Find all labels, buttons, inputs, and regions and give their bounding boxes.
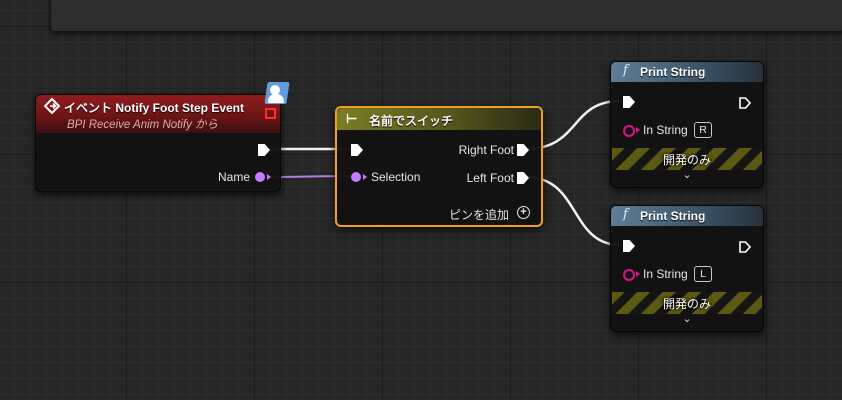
print-right-exec-in-pin[interactable] <box>623 96 635 108</box>
print-string-node-left-header[interactable]: f Print String <box>611 206 763 226</box>
print-right-dev-only-label: 開発のみ <box>662 153 711 167</box>
print-left-expand-chevron-icon[interactable]: ⌄ <box>611 312 763 325</box>
print-right-expand-chevron-icon[interactable]: ⌄ <box>611 168 763 181</box>
switch-right-foot-out-pin[interactable] <box>517 144 529 156</box>
name-pin-arrow-icon <box>267 174 271 180</box>
event-node-subtitle: BPI Receive Anim Notify から <box>67 119 219 131</box>
print-left-exec-in-pin[interactable] <box>623 240 635 252</box>
print-left-dev-only-label: 開発のみ <box>662 297 711 311</box>
event-node[interactable]: イベント Notify Foot Step Event BPI Receive … <box>35 94 281 192</box>
print-right-in-string-label: In String <box>643 123 688 137</box>
switch-right-foot-label: Right Foot <box>458 143 514 157</box>
function-icon: f <box>623 207 628 222</box>
switch-node-header[interactable]: ⊢ 名前でスイッチ <box>337 108 541 130</box>
top-panel <box>50 0 842 32</box>
print-right-exec-out-pin[interactable] <box>739 96 752 109</box>
interface-function-badge-icon <box>262 80 292 106</box>
print-left-in-string-label: In String <box>643 267 688 281</box>
print-string-right-title: Print String <box>640 65 706 79</box>
switch-on-name-node[interactable]: ⊢ 名前でスイッチ Selection Right Foot Left Foot… <box>335 106 543 227</box>
switch-left-foot-out-pin[interactable] <box>517 172 529 184</box>
switch-selection-in-pin[interactable] <box>351 172 361 182</box>
switch-selection-label: Selection <box>371 170 421 184</box>
event-node-header[interactable]: イベント Notify Foot Step Event BPI Receive … <box>36 95 280 133</box>
red-square-icon <box>265 108 276 119</box>
print-string-node-right-header[interactable]: f Print String <box>611 62 763 82</box>
string-pin-arrow-icon <box>636 271 640 277</box>
switch-exec-in-pin[interactable] <box>351 144 363 156</box>
function-icon: f <box>623 63 628 78</box>
selection-pin-arrow-icon <box>363 174 367 180</box>
switch-branch-icon: ⊢ <box>346 111 358 126</box>
print-string-left-title: Print String <box>640 209 706 223</box>
event-exec-out-pin[interactable] <box>258 144 270 156</box>
print-left-in-string-field[interactable]: L <box>694 266 712 282</box>
event-node-title: イベント Notify Foot Step Event <box>64 101 245 115</box>
print-right-dev-only-bar: 開発のみ <box>612 148 762 170</box>
event-name-out-pin[interactable] <box>255 172 265 182</box>
print-string-node-left[interactable]: f Print String In String L 開発のみ ⌄ <box>610 205 764 332</box>
print-left-dev-only-bar: 開発のみ <box>612 292 762 314</box>
switch-left-foot-label: Left Foot <box>466 171 514 185</box>
print-left-exec-out-pin[interactable] <box>739 240 752 253</box>
print-right-in-string-field[interactable]: R <box>694 122 712 138</box>
event-diamond-icon <box>44 98 60 114</box>
add-pin-plus-icon[interactable]: + <box>517 206 530 219</box>
print-left-in-string-pin[interactable] <box>623 269 635 281</box>
string-pin-arrow-icon <box>636 127 640 133</box>
print-right-in-string-pin[interactable] <box>623 125 635 137</box>
print-string-node-right[interactable]: f Print String In String R 開発のみ ⌄ <box>610 61 764 188</box>
add-pin-button-label[interactable]: ピンを追加 <box>449 206 509 223</box>
event-name-output-label: Name <box>217 170 250 184</box>
switch-node-title: 名前でスイッチ <box>369 114 454 128</box>
